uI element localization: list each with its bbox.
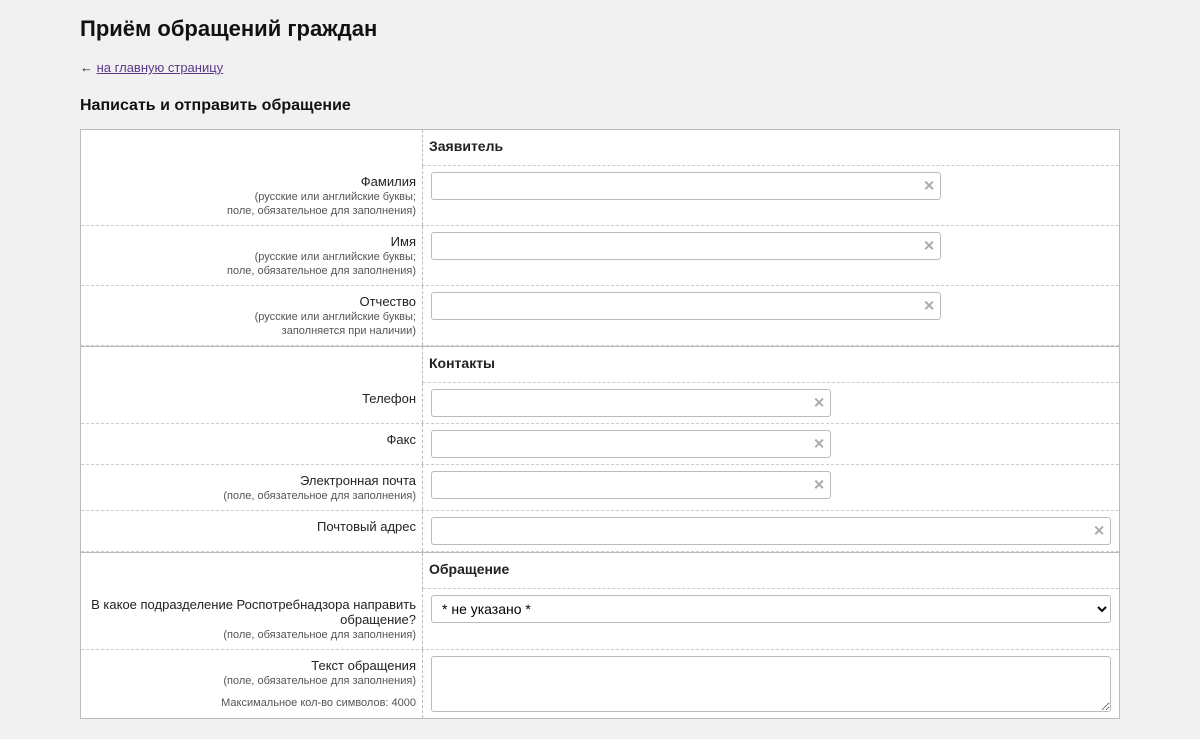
row-text: Текст обращения (поле, обязательное для … — [81, 650, 1119, 718]
text-maxchars: Максимальное кол-во символов: 4000 — [87, 697, 416, 709]
clear-icon[interactable]: ✕ — [1093, 523, 1105, 540]
department-hint: (поле, обязательное для заполнения) — [87, 629, 416, 641]
phone-input[interactable] — [431, 389, 831, 417]
postal-label: Почтовый адрес — [317, 519, 416, 534]
name-hint2: поле, обязательное для заполнения) — [87, 265, 416, 277]
text-label: Текст обращения — [311, 658, 416, 673]
clear-icon[interactable]: ✕ — [813, 395, 825, 412]
spacer — [81, 130, 423, 166]
section-header-contacts: Контакты — [423, 347, 1119, 383]
appeal-textarea[interactable] — [431, 656, 1111, 712]
patronymic-input[interactable] — [431, 292, 941, 320]
clear-icon[interactable]: ✕ — [923, 298, 935, 315]
name-label: Имя — [391, 234, 416, 249]
postal-input[interactable] — [431, 517, 1111, 545]
row-email: Электронная почта (поле, обязательное дл… — [81, 465, 1119, 511]
clear-icon[interactable]: ✕ — [923, 238, 935, 255]
section-header-applicant: Заявитель — [423, 130, 1119, 166]
patronymic-hint1: (русские или английские буквы; — [87, 311, 416, 323]
clear-icon[interactable]: ✕ — [813, 436, 825, 453]
appeal-form: Заявитель Фамилия (русские или английски… — [80, 129, 1120, 719]
surname-hint1: (русские или английские буквы; — [87, 191, 416, 203]
row-phone: Телефон ✕ — [81, 383, 1119, 424]
back-link[interactable]: на главную страницу — [97, 60, 224, 75]
patronymic-label: Отчество — [359, 294, 416, 309]
surname-label: Фамилия — [361, 174, 416, 189]
text-hint: (поле, обязательное для заполнения) — [87, 675, 416, 687]
patronymic-hint2: заполняется при наличии) — [87, 325, 416, 337]
fax-input[interactable] — [431, 430, 831, 458]
row-patronymic: Отчество (русские или английские буквы; … — [81, 286, 1119, 346]
row-postal: Почтовый адрес ✕ — [81, 511, 1119, 552]
row-fax: Факс ✕ — [81, 424, 1119, 465]
department-select[interactable]: * не указано * — [431, 595, 1111, 623]
clear-icon[interactable]: ✕ — [923, 178, 935, 195]
phone-label: Телефон — [362, 391, 416, 406]
back-link-container: ← на главную страницу — [80, 60, 1120, 75]
back-arrow-icon: ← — [80, 60, 93, 75]
department-label: В какое подразделение Роспотребнадзора н… — [91, 597, 416, 627]
email-label: Электронная почта — [300, 473, 416, 488]
fax-label: Факс — [387, 432, 416, 447]
clear-icon[interactable]: ✕ — [813, 477, 825, 494]
page-title: Приём обращений граждан — [80, 16, 1120, 42]
surname-hint2: поле, обязательное для заполнения) — [87, 205, 416, 217]
row-surname: Фамилия (русские или английские буквы; п… — [81, 166, 1119, 226]
row-department: В какое подразделение Роспотребнадзора н… — [81, 589, 1119, 650]
section-header-appeal: Обращение — [423, 553, 1119, 589]
name-input[interactable] — [431, 232, 941, 260]
name-hint1: (русские или английские буквы; — [87, 251, 416, 263]
email-hint: (поле, обязательное для заполнения) — [87, 490, 416, 502]
surname-input[interactable] — [431, 172, 941, 200]
email-input[interactable] — [431, 471, 831, 499]
spacer — [81, 553, 423, 589]
spacer — [81, 347, 423, 383]
page-subtitle: Написать и отправить обращение — [80, 97, 1120, 115]
row-name: Имя (русские или английские буквы; поле,… — [81, 226, 1119, 286]
